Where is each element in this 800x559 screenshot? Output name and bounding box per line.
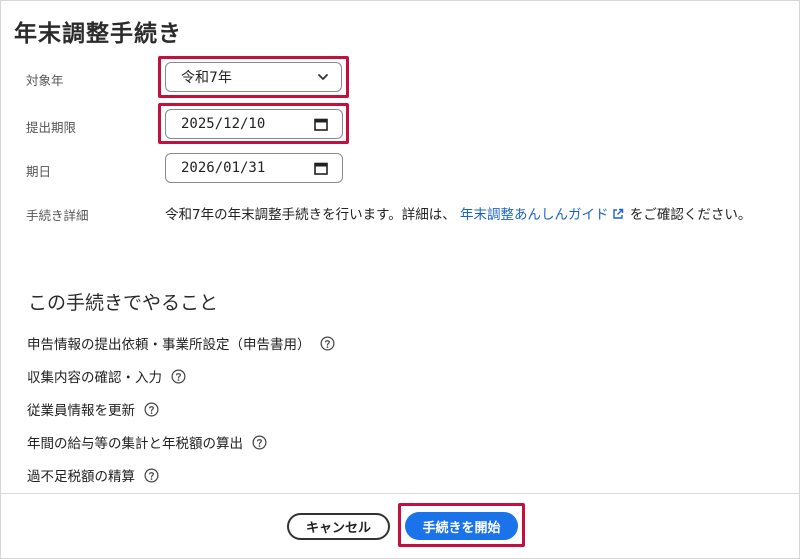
task-item: 過不足税額の精算 [27, 465, 159, 485]
help-icon[interactable] [171, 369, 186, 384]
external-link-icon [612, 208, 623, 219]
task-item: 従業員情報を更新 [27, 399, 159, 419]
deadline-highlight [158, 103, 349, 144]
task-item: 収集内容の確認・入力 [27, 366, 186, 386]
deadline-label: 提出期限 [26, 120, 77, 135]
help-icon[interactable] [252, 435, 267, 450]
help-icon[interactable] [320, 336, 335, 351]
period-date-value: 2026/01/31 [181, 160, 266, 176]
details-text-after: をご確認ください。 [629, 207, 752, 223]
footer-divider [0, 493, 800, 494]
task-item: 年間の給与等の集計と年税額の算出 [27, 432, 267, 452]
year-label: 対象年 [26, 73, 64, 88]
guide-link[interactable]: 年末調整あんしんガイド [460, 207, 626, 223]
details-text: 令和7年の年末調整手続きを行います。詳細は、 年末調整あんしんガイド をご確認く… [165, 203, 751, 223]
task-item-label: 従業員情報を更新 [27, 403, 135, 419]
tasks-heading: この手続きでやること [28, 292, 219, 314]
details-label: 手続き詳細 [26, 208, 89, 223]
task-item-label: 年間の給与等の集計と年税額の算出 [27, 436, 243, 452]
year-highlight [158, 56, 349, 98]
cancel-button[interactable]: キャンセル [287, 513, 390, 540]
help-icon[interactable] [144, 402, 159, 417]
task-item: 申告情報の提出依頼・事業所設定（申告書用） [27, 333, 335, 353]
calendar-icon[interactable] [314, 162, 328, 175]
start-highlight [398, 503, 525, 547]
task-item-label: 過不足税額の精算 [27, 469, 135, 485]
details-text-before: 令和7年の年末調整手続きを行います。詳細は、 [165, 207, 456, 223]
period-date-input[interactable]: 2026/01/31 [165, 153, 343, 183]
task-item-label: 収集内容の確認・入力 [27, 370, 162, 386]
task-item-label: 申告情報の提出依頼・事業所設定（申告書用） [27, 337, 311, 353]
page-title: 年末調整手続き [14, 21, 182, 47]
guide-link-label: 年末調整あんしんガイド [460, 207, 609, 223]
help-icon[interactable] [144, 468, 159, 483]
period-label: 期日 [26, 164, 52, 179]
